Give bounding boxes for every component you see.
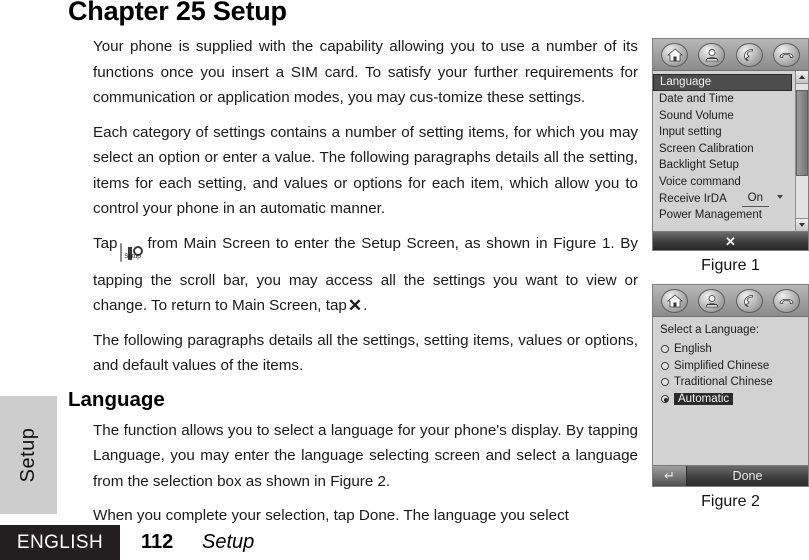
- paragraph-following: The following paragraphs details all the…: [93, 331, 638, 375]
- list-item-power-management[interactable]: Power Management: [653, 207, 795, 224]
- radio-option-simplified-chinese[interactable]: Simplified Chinese: [661, 358, 808, 375]
- radio-icon[interactable]: [661, 394, 669, 403]
- figure-1-caption: Figure 1: [701, 257, 760, 274]
- contacts-icon[interactable]: [698, 42, 726, 67]
- close-icon[interactable]: ✕: [725, 235, 736, 248]
- scroll-up-button[interactable]: [796, 71, 808, 84]
- radio-option-label: English: [674, 343, 712, 356]
- paragraph-language-done: When you complete your selection, tap Do…: [93, 507, 569, 524]
- figure-1: Language Date and Time Sound Volume Inpu…: [652, 38, 809, 275]
- list-item-label: Backlight Setup: [659, 159, 739, 172]
- list-item-sound-volume[interactable]: Sound Volume: [653, 108, 795, 125]
- chevron-down-icon: [799, 223, 805, 227]
- section-heading-language: Language: [68, 387, 165, 411]
- footer-section-name: Setup: [202, 531, 255, 553]
- end-call-icon[interactable]: [772, 42, 800, 67]
- device-screen-setup-list: Language Date and Time Sound Volume Inpu…: [652, 38, 809, 251]
- list-item-backlight-setup[interactable]: Backlight Setup: [653, 157, 795, 174]
- device-toolbar-1: [653, 39, 808, 71]
- scroll-down-button[interactable]: [796, 218, 808, 231]
- list-item-label: Screen Calibration: [659, 142, 754, 155]
- call-icon[interactable]: [735, 42, 763, 67]
- home-icon[interactable]: [661, 42, 689, 67]
- back-button[interactable]: ↵: [653, 466, 687, 486]
- paragraph-categories: Each category of settings contains a num…: [93, 123, 638, 218]
- device-screen-language-select: Select a Language: English Simplified Ch…: [652, 284, 809, 487]
- scrollbar[interactable]: [795, 71, 808, 231]
- contacts-icon[interactable]: [698, 288, 726, 313]
- list-item-label: Language: [660, 76, 712, 88]
- list-item-receive-irda[interactable]: Receive IrDA On: [653, 191, 795, 208]
- paragraph-intro: Your phone is supplied with the capabili…: [93, 38, 638, 106]
- setup-icon-caption: Setup: [124, 253, 141, 260]
- list-item-screen-calibration[interactable]: Screen Calibration: [653, 141, 795, 158]
- scrollbar-track[interactable]: [796, 84, 808, 218]
- list-item-label: Receive IrDA: [659, 192, 727, 205]
- device-list-body: Language Date and Time Sound Volume Inpu…: [653, 71, 808, 231]
- list-item-date-and-time[interactable]: Date and Time: [653, 91, 795, 108]
- list-item-voice-command[interactable]: Voice command: [653, 174, 795, 191]
- document-page: Setup Chapter 25 Setup Your phone is sup…: [0, 0, 809, 560]
- side-section-tab-label: Setup: [17, 427, 39, 483]
- paragraph-language-function: The function allows you to select a lang…: [93, 421, 638, 490]
- paragraph-tap-setup-lead: Tap: [93, 234, 118, 252]
- chevron-up-icon: [799, 75, 805, 79]
- radio-option-label: Automatic: [674, 392, 734, 405]
- call-icon[interactable]: [735, 288, 763, 313]
- figure-2: Select a Language: English Simplified Ch…: [652, 284, 809, 511]
- list-item-label: Input setting: [659, 126, 722, 139]
- back-arrow-icon: ↵: [664, 468, 675, 483]
- list-item-value[interactable]: On: [741, 191, 769, 207]
- figure-2-caption: Figure 2: [701, 493, 760, 510]
- close-icon: ✕: [347, 296, 363, 315]
- body-column: Your phone is supplied with the capabili…: [68, 34, 638, 529]
- list-item-label: Sound Volume: [659, 109, 734, 122]
- radio-option-automatic[interactable]: Automatic: [661, 391, 808, 408]
- device-bottom-bar-2: ↵ Done: [653, 465, 808, 486]
- radio-option-label: Traditional Chinese: [674, 376, 773, 389]
- chevron-down-icon[interactable]: [777, 194, 783, 199]
- radio-option-english[interactable]: English: [661, 341, 808, 358]
- list-item-input-setting[interactable]: Input setting: [653, 124, 795, 141]
- settings-list: Language Date and Time Sound Volume Inpu…: [653, 71, 795, 231]
- list-item-language[interactable]: Language: [653, 74, 792, 91]
- language-selection-body: Select a Language: English Simplified Ch…: [653, 317, 808, 465]
- scrollbar-thumb[interactable]: [796, 90, 808, 176]
- radio-icon[interactable]: [661, 345, 669, 354]
- list-item-label: Power Management: [659, 209, 762, 222]
- side-section-tab: Setup: [0, 396, 57, 514]
- radio-option-traditional-chinese[interactable]: Traditional Chinese: [661, 374, 808, 391]
- list-item-label: Voice command: [659, 175, 741, 188]
- footer-language-badge: ENGLISH: [0, 525, 120, 560]
- home-icon[interactable]: [661, 288, 689, 313]
- done-button-label: Done: [732, 469, 763, 483]
- select-language-prompt: Select a Language:: [660, 324, 760, 336]
- radio-option-label: Simplified Chinese: [674, 359, 770, 372]
- device-toolbar-2: [653, 285, 808, 317]
- paragraph-tap-setup: Tap Setup from Main Screen to enter the Se…: [93, 231, 638, 319]
- list-item-label: Date and Time: [659, 93, 734, 105]
- paragraph-tap-setup-end: .: [363, 297, 368, 314]
- page-title: Chapter 25 Setup: [68, 0, 287, 26]
- device-bottom-bar-1[interactable]: ✕: [653, 231, 808, 250]
- setup-icon: Setup: [119, 240, 146, 268]
- end-call-icon[interactable]: [772, 288, 800, 313]
- footer-page-number: 112: [141, 531, 174, 553]
- radio-icon[interactable]: [661, 361, 669, 370]
- done-button[interactable]: Done: [687, 466, 808, 486]
- radio-icon[interactable]: [661, 378, 669, 387]
